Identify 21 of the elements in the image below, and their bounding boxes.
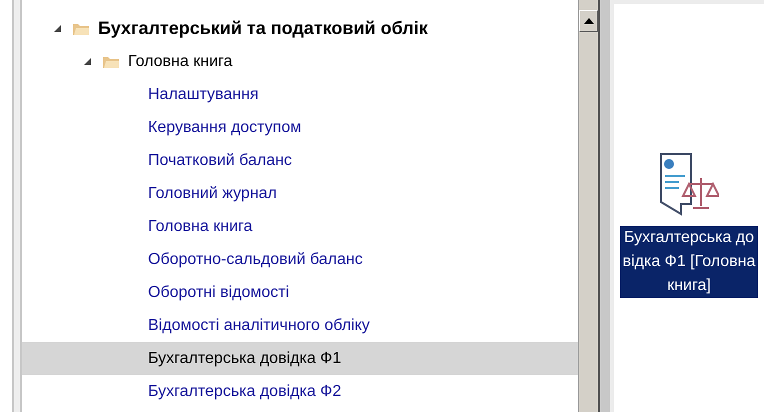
splitter[interactable] (598, 0, 610, 412)
up-arrow-icon (584, 18, 594, 24)
tree-item[interactable]: Відомості аналітичного обліку (22, 309, 578, 342)
tree-folder-label[interactable]: Бухгалтерський та податковий облік (98, 15, 428, 42)
tree-item[interactable]: Оборотні відомості (22, 276, 578, 309)
expand-arrow-icon[interactable] (52, 24, 62, 34)
tree-item[interactable]: Керування доступом (22, 111, 578, 144)
tree-folder-label[interactable]: Головна книга (128, 50, 232, 74)
tree-item[interactable]: Налаштування (22, 78, 578, 111)
expand-arrow-icon[interactable] (82, 56, 92, 66)
tree-item[interactable]: Бухгалтерська довідка Ф1 (22, 342, 578, 375)
folder-icon (72, 22, 90, 36)
tree-item[interactable]: Бухгалтерська довідка Ф2 (22, 375, 578, 408)
tree-item[interactable]: Головний журнал (22, 177, 578, 210)
tree-item[interactable]: Оборотно-сальдовий баланс (22, 243, 578, 276)
tree-item[interactable]: Початковий баланс (22, 144, 578, 177)
shortcut-label[interactable]: Бухгалтерська довідка Ф1 [Головна книга] (620, 226, 758, 298)
scrollbar[interactable] (578, 0, 598, 412)
tree-item[interactable]: Головна книга (22, 210, 578, 243)
folder-icon (102, 54, 120, 68)
scroll-up-button[interactable] (579, 10, 598, 32)
